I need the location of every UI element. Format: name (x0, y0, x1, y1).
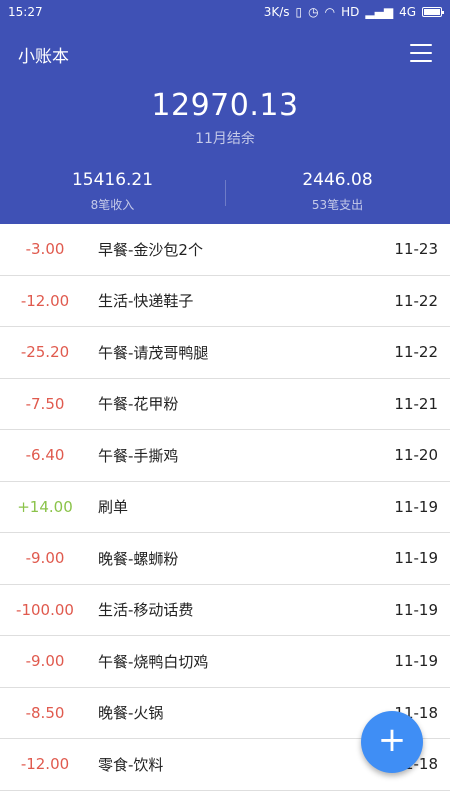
alarm-icon: ◷ (308, 5, 319, 19)
transaction-amount: -9.00 (25, 652, 65, 671)
transaction-description: 生活-移动话费 (98, 601, 194, 620)
wifi-icon: ◠ (324, 5, 336, 19)
vibrate-icon: ▯ (295, 5, 303, 19)
transaction-amount: -100.00 (16, 600, 74, 619)
transaction-description: 早餐-金沙包2个 (98, 240, 203, 259)
transaction-row[interactable]: -9.00 午餐-烧鸭白切鸡 11-19 (0, 636, 450, 688)
income-total: 15416.21 (71, 170, 154, 190)
summary-header: 小账本 12970.13 11月结余 15416.21 8笔收入 2446.08… (0, 24, 450, 224)
network-type: HD (341, 5, 360, 19)
net-speed: 3K/s (263, 5, 290, 19)
transaction-date: 11-22 (394, 291, 438, 310)
transaction-description: 零食-饮料 (98, 755, 164, 774)
transaction-date: 11-23 (394, 240, 438, 259)
transaction-row[interactable]: +14.00 刷单 11-19 (0, 482, 450, 533)
transaction-date: 11-19 (394, 600, 438, 619)
status-time: 15:27 (8, 5, 43, 19)
app-title: 小账本 (18, 47, 69, 67)
transaction-amount: -7.50 (25, 394, 65, 413)
transaction-row[interactable]: -7.50 午餐-花甲粉 11-21 (0, 379, 450, 430)
transaction-list: -3.00 早餐-金沙包2个 11-23 -12.00 生活-快递鞋子 11-22 -25.… (0, 224, 450, 791)
expense-total: 2446.08 (302, 170, 373, 190)
expense-count-label: 53笔支出 (311, 198, 364, 212)
transaction-amount: -12.00 (20, 755, 70, 774)
add-record-button[interactable]: + (361, 711, 423, 773)
transaction-row[interactable]: -9.00 晚餐-螺蛳粉 11-19 (0, 533, 450, 585)
month-balance-label: 11月结余 (195, 131, 255, 147)
transaction-description: 午餐-烧鸭白切鸡 (98, 652, 209, 671)
transaction-row[interactable]: -3.00 早餐-金沙包2个 11-23 (0, 224, 450, 276)
transaction-description: 生活-快递鞋子 (98, 292, 194, 311)
transaction-date: 11-19 (394, 497, 438, 516)
transaction-row[interactable]: -100.00 生活-移动话费 11-19 (0, 585, 450, 636)
status-icons: 3K/s ▯ ◷ ◠ HD ▂▄▆ 4G (263, 5, 444, 19)
menu-icon[interactable] (410, 44, 432, 62)
transaction-amount: -25.20 (20, 343, 70, 362)
transaction-date: 11-20 (394, 446, 438, 465)
month-balance: 12970.13 (151, 88, 299, 123)
transaction-amount: -3.00 (25, 240, 65, 259)
transaction-date: 11-19 (394, 652, 438, 671)
signal-icon: ▂▄▆ (365, 5, 394, 19)
transaction-amount: +14.00 (17, 497, 73, 516)
income-count-label: 8笔收入 (90, 198, 135, 212)
transaction-description: 午餐-手撕鸡 (98, 446, 179, 465)
transaction-description: 刷单 (98, 498, 129, 517)
transaction-description: 午餐-花甲粉 (98, 395, 179, 414)
income-summary: 15416.21 8笔收入 (0, 170, 225, 213)
transaction-amount: -12.00 (20, 291, 70, 310)
transaction-date: 11-21 (394, 394, 438, 413)
transaction-row[interactable]: -25.20 午餐-请茂哥鸭腿 11-22 (0, 327, 450, 379)
transaction-amount: -6.40 (25, 446, 65, 465)
expense-summary: 2446.08 53笔支出 (225, 170, 450, 213)
battery-icon (422, 7, 444, 17)
transaction-row[interactable]: -12.00 生活-快递鞋子 11-22 (0, 276, 450, 327)
status-bar: 15:27 3K/s ▯ ◷ ◠ HD ▂▄▆ 4G (0, 0, 450, 24)
transaction-date: 11-22 (394, 343, 438, 362)
transaction-row[interactable]: -6.40 午餐-手撕鸡 11-20 (0, 430, 450, 482)
transaction-description: 午餐-请茂哥鸭腿 (98, 343, 209, 362)
transaction-amount: -8.50 (25, 703, 65, 722)
signal-label: 4G (399, 5, 416, 19)
transaction-amount: -9.00 (25, 549, 65, 568)
transaction-date: 11-19 (394, 549, 438, 568)
transaction-description: 晚餐-火锅 (98, 704, 164, 723)
transaction-description: 晚餐-螺蛳粉 (98, 549, 179, 568)
